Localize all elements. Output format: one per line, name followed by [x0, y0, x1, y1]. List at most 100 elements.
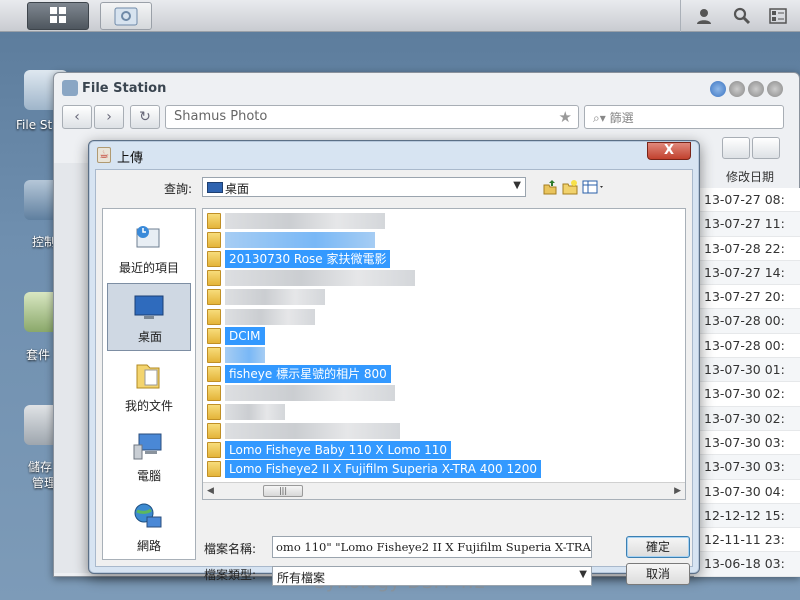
- file-station-toolbar: ‹ › ↻ Shamus Photo ★ ⌕▾ 篩選: [62, 105, 792, 131]
- folder-icon: [207, 327, 221, 344]
- scroll-right-icon[interactable]: ▶: [674, 486, 681, 496]
- look-in-combo[interactable]: 桌面 ▼: [202, 177, 526, 197]
- table-row[interactable]: 13-06-18 03:: [694, 552, 800, 577]
- file-station-date-column: 13-07-27 08: 13-07-27 11: 13-07-28 22: 13-0…: [694, 188, 800, 577]
- table-row[interactable]: 13-07-27 08:: [694, 188, 800, 213]
- dialog-body: 查詢: 桌面 ▼ 最近的項目 桌面 我的文件 電腦 網路 20130730 Ro…: [95, 169, 693, 586]
- redacted-file-name: [225, 404, 285, 420]
- filter-placeholder: 篩選: [609, 111, 634, 125]
- file-name-input[interactable]: omo 110" "Lomo Fisheye2 II X Fujifilm Su…: [272, 536, 592, 558]
- folder-icon: [207, 365, 221, 382]
- file-name: fisheye 標示星號的相片 800: [225, 364, 391, 383]
- back-button[interactable]: ‹: [62, 105, 92, 129]
- table-row[interactable]: 13-07-28 00:: [694, 333, 800, 359]
- file-station-taskbar-button[interactable]: [100, 2, 152, 30]
- file-type-label: 檔案類型:: [204, 568, 257, 582]
- table-row[interactable]: 13-07-27 14:: [694, 260, 800, 286]
- table-row[interactable]: 13-07-28 22:: [694, 236, 800, 261]
- redacted-file-name: [225, 384, 395, 401]
- place-recent-items[interactable]: 最近的項目: [107, 215, 191, 283]
- place-my-documents[interactable]: 我的文件: [107, 353, 191, 421]
- table-row[interactable]: 13-07-30 04:: [694, 479, 800, 504]
- path-field[interactable]: Shamus Photo ★: [165, 105, 579, 129]
- folder-icon: [207, 289, 221, 306]
- table-row[interactable]: 13-07-27 11:: [694, 212, 800, 237]
- horizontal-scrollbar[interactable]: ◀ ||| ▶: [203, 482, 685, 499]
- folder-icon: [207, 346, 221, 363]
- folder-icon: [207, 232, 221, 249]
- path-text: Shamus Photo: [174, 109, 268, 124]
- scrollbar-thumb[interactable]: |||: [263, 485, 303, 497]
- widgets-icon[interactable]: [769, 7, 787, 25]
- dsm-taskbar: [0, 0, 800, 32]
- new-folder-icon[interactable]: [562, 179, 578, 195]
- place-computer[interactable]: 電腦: [107, 423, 191, 491]
- table-row[interactable]: 13-07-30 02:: [694, 382, 800, 407]
- folder-icon: [207, 308, 221, 325]
- folder-icon: [207, 270, 221, 287]
- table-row[interactable]: 13-07-28 00:: [694, 309, 800, 334]
- file-type-value: 所有檔案: [277, 571, 326, 585]
- grid-icon: [50, 7, 66, 23]
- redacted-file-name: [225, 232, 375, 249]
- file-type-combo[interactable]: 所有檔案 ▼: [272, 566, 592, 586]
- redacted-file-name: [225, 213, 385, 229]
- look-in-label: 查詢:: [164, 182, 193, 196]
- redacted-file-name: [225, 423, 400, 440]
- scroll-left-icon[interactable]: ◀: [207, 486, 214, 496]
- minimize-icon[interactable]: [729, 81, 745, 97]
- place-label: 我的文件: [124, 399, 173, 413]
- places-bar: 最近的項目 桌面 我的文件 電腦 網路: [102, 208, 196, 560]
- file-name-label: 檔案名稱:: [204, 542, 257, 556]
- folder-icon: [207, 442, 221, 459]
- table-row[interactable]: 12-12-12 15:: [694, 503, 800, 529]
- desktop-small-icon: [207, 182, 223, 193]
- cancel-button[interactable]: 取消: [626, 563, 690, 585]
- redacted-file-name: [225, 346, 265, 363]
- star-icon[interactable]: ★: [559, 108, 572, 126]
- folder-icon: [207, 404, 221, 420]
- computer-icon: [133, 433, 162, 460]
- file-station-title: File Station: [82, 81, 167, 96]
- search-icon[interactable]: [733, 7, 751, 25]
- table-row[interactable]: 13-07-30 03:: [694, 430, 800, 456]
- taskbar-tray: [680, 0, 800, 32]
- desktop-icon: [134, 295, 164, 319]
- place-label: 最近的項目: [118, 261, 179, 275]
- chevron-down-icon: ▼: [579, 569, 587, 580]
- table-row[interactable]: 12-11-11 23:: [694, 528, 800, 553]
- list-view-icon[interactable]: [722, 137, 750, 159]
- help-icon[interactable]: [710, 81, 726, 97]
- user-icon[interactable]: [695, 7, 713, 25]
- close-icon[interactable]: [767, 81, 783, 97]
- file-list: 20130730 Rose 家扶微電影 DCIM fisheye 標示星號的相片 8…: [202, 208, 686, 500]
- up-folder-icon[interactable]: [542, 179, 558, 195]
- table-row[interactable]: 13-07-30 01:: [694, 358, 800, 383]
- filter-input[interactable]: ⌕▾ 篩選: [584, 105, 784, 129]
- chevron-down-icon: ▼: [513, 180, 521, 191]
- dialog-close-button[interactable]: X: [647, 142, 691, 160]
- table-row[interactable]: 13-07-27 20:: [694, 285, 800, 310]
- folder-icon: [207, 423, 221, 440]
- thumbnail-view-icon[interactable]: [752, 137, 780, 159]
- main-menu-button[interactable]: [27, 2, 89, 30]
- file-name: Lomo Fisheye Baby 110 X Lomo 110: [225, 441, 452, 460]
- table-row[interactable]: 13-07-30 03:: [694, 455, 800, 480]
- ok-button[interactable]: 確定: [626, 536, 690, 558]
- view-menu-icon[interactable]: [582, 179, 606, 195]
- forward-button[interactable]: ›: [94, 105, 124, 129]
- column-header-modified[interactable]: 修改日期: [726, 168, 774, 185]
- table-row[interactable]: 13-07-30 02:: [694, 406, 800, 431]
- folder-icon: [207, 461, 221, 478]
- folder-icon: [207, 251, 221, 268]
- redacted-file-name: [225, 289, 325, 306]
- place-desktop[interactable]: 桌面: [107, 283, 191, 351]
- desktop-label-storage: 儲存: [28, 460, 53, 474]
- refresh-button[interactable]: ↻: [130, 105, 160, 129]
- dialog-title: 上傳: [117, 151, 144, 166]
- file-station-title-icon: [62, 80, 78, 96]
- place-network[interactable]: 網路: [107, 493, 191, 561]
- look-in-value: 桌面: [225, 182, 250, 196]
- file-name: Lomo Fisheye2 II X Fujifilm Superia X-TR…: [225, 460, 542, 479]
- maximize-icon[interactable]: [748, 81, 764, 97]
